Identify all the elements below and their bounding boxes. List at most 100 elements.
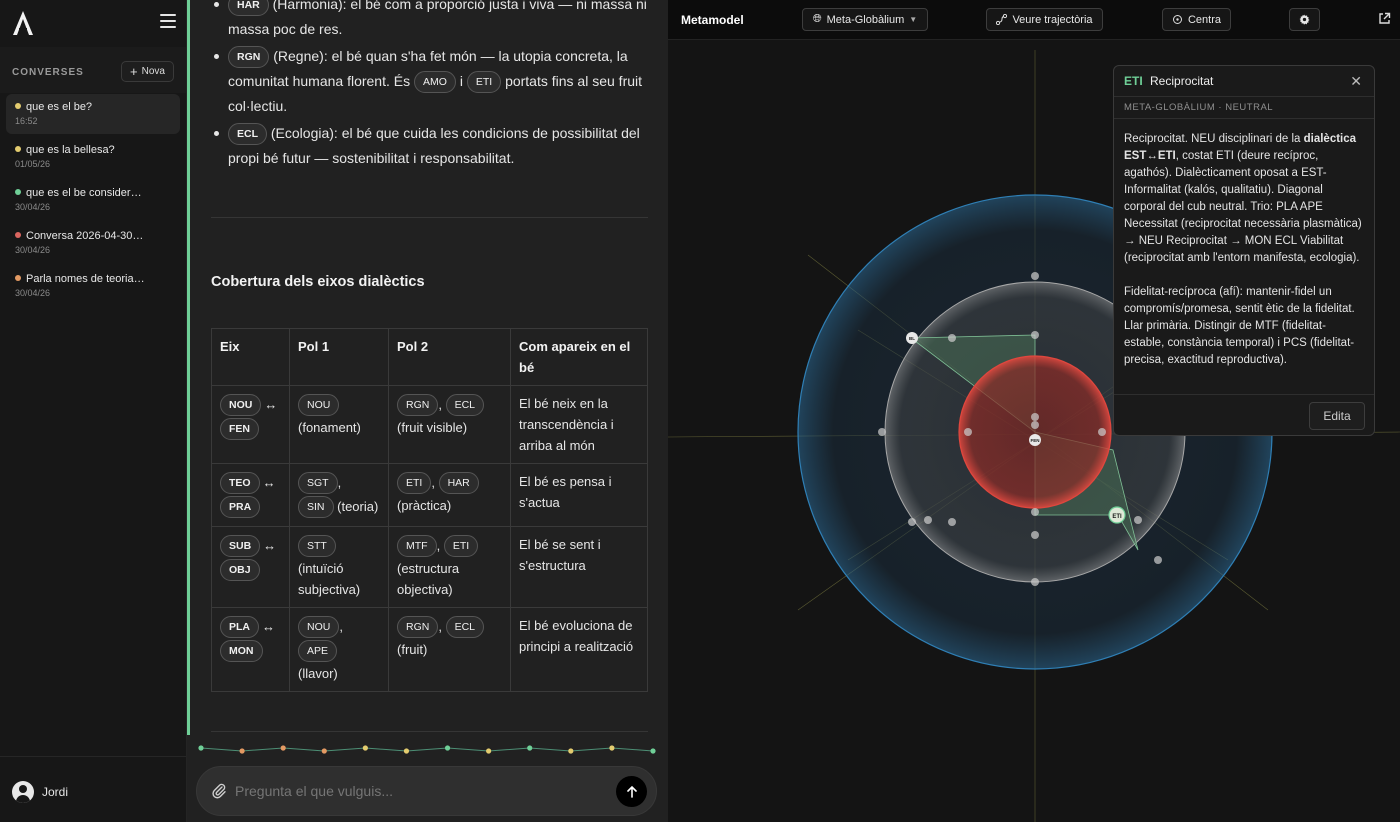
pole-note: (intuïció subjectiva) [298, 561, 361, 597]
conversation-timeline[interactable] [197, 742, 659, 756]
timeline-dot[interactable] [444, 745, 451, 751]
concept-node[interactable] [1031, 578, 1039, 586]
concept-chip[interactable]: SIN [298, 496, 334, 518]
concept-chip[interactable]: FEN [220, 418, 259, 440]
conversation-item[interactable]: que es el be? 16:52 [6, 94, 180, 134]
avatar-icon[interactable] [12, 781, 34, 803]
concept-node[interactable] [948, 334, 956, 342]
timeline-dot[interactable] [403, 748, 410, 754]
concept-chip[interactable]: ECL [445, 616, 485, 638]
conversation-item[interactable]: que es la bellesa? 01/05/26 [6, 137, 180, 177]
concept-node[interactable] [1031, 508, 1039, 516]
metamodel-panel: Metamodel 🌐︎ Meta-Globàlium ▼ Veure traj… [668, 0, 1400, 822]
concept-node[interactable] [1031, 272, 1039, 280]
external-link-icon[interactable] [1378, 12, 1391, 25]
globe-icon: 🌐︎ [812, 13, 822, 25]
bullet-text: (Harmonia): el bé com a proporció justa … [228, 0, 647, 37]
pole2-cell: RGN, ECL (fruit) [388, 607, 511, 692]
chat-message: HAR (Harmonia): el bé com a proporció ju… [211, 0, 648, 735]
conversation-title: Conversa 2026-04-30… [15, 230, 180, 242]
node-detail-panel: ETI Reciprocitat ✕ META-GLOBÀLIUM · NEUT… [1113, 65, 1375, 436]
app-root: CONVERSES + Nova que es el be? 16:52 que e… [0, 0, 1400, 822]
concept-chip[interactable]: SUB [220, 535, 261, 557]
timeline-dot[interactable] [198, 745, 204, 751]
concept-chip[interactable]: ETI [397, 472, 432, 494]
concept-node[interactable] [1154, 556, 1162, 564]
trajectory-button[interactable]: Veure trajectòria [986, 8, 1103, 31]
username[interactable]: Jordi [42, 785, 68, 799]
settings-button[interactable] [1289, 8, 1320, 31]
comma: , [438, 619, 442, 634]
conversation-item[interactable]: que es el be consider… 30/04/26 [6, 180, 180, 220]
prompt-input[interactable] [235, 783, 605, 799]
edit-button[interactable]: Edita [1309, 402, 1365, 430]
hamburger-menu-icon[interactable] [160, 14, 176, 28]
conversation-item[interactable]: Parla nomes de teoria… 30/04/26 [6, 266, 180, 306]
concept-chip[interactable]: ETI [466, 71, 502, 93]
concept-chip[interactable]: ECL [228, 123, 267, 145]
concept-chip[interactable]: MTF [397, 535, 437, 557]
timeline-dot[interactable] [321, 748, 327, 754]
timeline-dot[interactable] [527, 745, 533, 751]
timeline-dot[interactable] [650, 748, 656, 754]
timeline-dot[interactable] [568, 748, 574, 754]
concept-chip[interactable]: NOU [220, 394, 262, 416]
concept-chip[interactable]: TEO [220, 472, 260, 494]
model-selector[interactable]: 🌐︎ Meta-Globàlium ▼ [802, 8, 928, 31]
concept-chip[interactable]: RGN [397, 616, 439, 638]
timeline-dot[interactable] [609, 745, 615, 751]
paperclip-icon[interactable] [211, 783, 227, 799]
concept-node[interactable] [1031, 413, 1039, 421]
concept-node[interactable] [1031, 331, 1039, 339]
concept-chip[interactable]: STT [298, 535, 336, 557]
comma: , [431, 475, 435, 490]
concept-node[interactable] [1098, 428, 1106, 436]
concept-chip[interactable]: APE [298, 640, 338, 662]
concept-chip[interactable]: ECL [445, 394, 485, 416]
conversation-title: que es el be consider… [15, 187, 180, 199]
timeline-dot[interactable] [362, 745, 368, 751]
concept-chip[interactable]: OBJ [220, 559, 260, 581]
user-footer[interactable]: Jordi [0, 756, 186, 822]
concept-chip[interactable]: PRA [220, 496, 261, 518]
concept-chip[interactable]: MON [220, 640, 263, 662]
concept-chip[interactable]: ETI [443, 535, 479, 557]
new-conversation-button[interactable]: + Nova [121, 61, 174, 82]
concept-chip[interactable]: HAR [438, 472, 479, 494]
concept-chip[interactable]: RGN [228, 46, 270, 68]
concept-chip[interactable]: HAR [228, 0, 269, 16]
timeline-dot[interactable] [280, 745, 286, 751]
eti-node[interactable]: ETI [1108, 506, 1126, 524]
pole-note: (fonament) [298, 420, 361, 435]
concept-node[interactable] [964, 428, 972, 436]
concept-node[interactable] [878, 428, 886, 436]
concept-chip[interactable]: AMO [414, 71, 456, 93]
concept-node[interactable] [1134, 516, 1142, 524]
center-button[interactable]: Centra [1162, 8, 1231, 31]
concept-chip[interactable]: PLA [220, 616, 259, 638]
concept-node[interactable] [1031, 531, 1039, 539]
description-cell: El bé es pensa i s'actua [510, 463, 648, 527]
conversation-date: 16:52 [15, 116, 38, 126]
close-icon[interactable]: ✕ [1350, 73, 1362, 90]
send-button[interactable] [616, 776, 647, 807]
list-item: HAR (Harmonia): el bé com a proporció ju… [211, 0, 648, 42]
concept-chip[interactable]: NOU [298, 394, 340, 416]
logo-icon[interactable] [12, 10, 34, 36]
panel-title: Reciprocitat [1150, 74, 1214, 88]
inner-sphere [958, 355, 1112, 509]
timeline-dot[interactable] [486, 748, 492, 754]
concept-node[interactable] [948, 518, 956, 526]
concept-node[interactable] [1031, 421, 1039, 429]
metamodel-toolbar: Metamodel 🌐︎ Meta-Globàlium ▼ Veure traj… [668, 0, 1400, 40]
fen-node[interactable]: FEN [1029, 434, 1041, 446]
concept-chip[interactable]: RGN [397, 394, 439, 416]
concept-chip[interactable]: SGT [298, 472, 338, 494]
timeline-dot[interactable] [239, 748, 245, 754]
conversation-item[interactable]: Conversa 2026-04-30… 30/04/26 [6, 223, 180, 263]
concept-node[interactable] [924, 516, 932, 524]
bl-node[interactable]: BL [906, 332, 918, 344]
concept-chip[interactable]: NOU [298, 616, 340, 638]
comma: , [436, 538, 441, 553]
concept-node[interactable] [908, 518, 916, 526]
